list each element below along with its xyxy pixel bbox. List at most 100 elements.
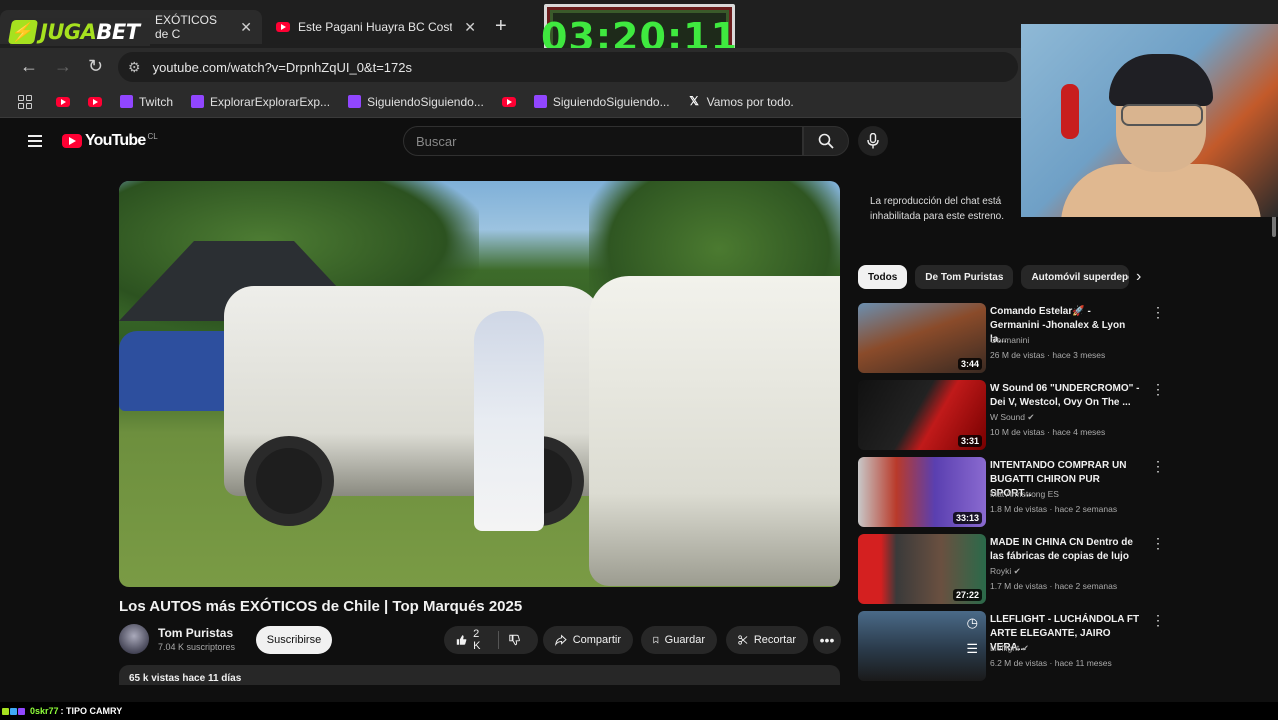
search-input[interactable]: Buscar [403, 126, 803, 156]
chevron-right-icon[interactable]: › [1136, 268, 1141, 286]
menu-icon[interactable] [28, 135, 42, 147]
youtube-icon [56, 96, 70, 107]
video-player[interactable] [119, 181, 840, 587]
channel-avatar[interactable] [119, 624, 149, 654]
search-placeholder: Buscar [416, 133, 457, 149]
url-text: youtube.com/watch?v=DrpnhZqUI_0&t=172s [152, 59, 412, 75]
logo-text: YouTube [85, 132, 146, 149]
more-actions-icon[interactable]: ••• [813, 626, 841, 654]
recommendation-item[interactable]: 3:31 W Sound 06 "UNDERCROMO" - Dei V, We… [858, 380, 1165, 452]
microphone-icon [867, 133, 879, 149]
bookmark-explorar[interactable]: ExplorarExplorarExp... [191, 95, 330, 109]
channel-name[interactable]: Tom Puristas [158, 626, 233, 640]
share-button[interactable]: Compartir [543, 626, 633, 654]
voice-search-button[interactable] [858, 126, 888, 156]
twitch-icon [191, 95, 205, 108]
youtube-icon [88, 96, 102, 107]
more-vert-icon[interactable]: ⋮ [1151, 459, 1165, 473]
rec-channel-name: W Sound [990, 412, 1025, 422]
share-label: Compartir [572, 634, 621, 646]
rec-channel[interactable]: Royki ✔ [990, 566, 1021, 577]
chat-message: : TIPO CAMRY [60, 706, 123, 716]
chip-topic[interactable]: Automóvil superdeportivo [1021, 265, 1130, 289]
recommendation-item[interactable]: 3:44 Comando Estelar🚀 - Germanini -Jhona… [858, 303, 1165, 375]
verified-icon: ✔ [1027, 412, 1035, 422]
duration-badge: 3:44 [957, 358, 982, 370]
bookmark-youtube-3[interactable] [501, 96, 516, 107]
rec-channel[interactable]: Mat Armstrong ES [990, 489, 1059, 499]
apps-grid-icon[interactable] [18, 94, 32, 109]
bookmark-twitch[interactable]: Twitch [120, 95, 173, 109]
site-settings-icon[interactable]: ⚙ [128, 59, 141, 76]
logo-left: JUGA [40, 20, 97, 44]
rec-channel[interactable]: W Sound ✔ [990, 412, 1034, 423]
tab-label: Este Pagani Huayra BC Costo 3 [297, 20, 453, 34]
more-vert-icon[interactable]: ⋮ [1151, 382, 1165, 396]
search-icon [818, 133, 834, 149]
more-vert-icon[interactable]: ⋮ [1151, 305, 1165, 319]
reload-icon[interactable]: ↻ [88, 56, 103, 77]
bookmark-youtube-1[interactable] [56, 96, 70, 107]
video-thumbnail[interactable]: 3:31 [858, 380, 986, 450]
video-thumbnail[interactable]: ◷ ☰ [858, 611, 986, 681]
rec-title: W Sound 06 "UNDERCROMO" - Dei V, Westcol… [990, 383, 1140, 408]
jugabet-logo: ⚡ JUGABET [7, 18, 150, 46]
like-count[interactable]: 2 K [473, 628, 486, 652]
bookmark-label: ExplorarExplorarExp... [210, 94, 331, 109]
thumbs-up-icon[interactable] [456, 633, 467, 647]
subscribe-button[interactable]: Suscribirse [256, 626, 332, 654]
rec-title: MADE IN CHINA CN Dentro de las fábricas … [990, 537, 1133, 562]
bookmark-icon [653, 636, 659, 644]
verified-icon: ✔ [1013, 566, 1021, 576]
video-thumbnail[interactable]: 27:22 [858, 534, 986, 604]
save-button[interactable]: Guardar [641, 626, 717, 654]
bookmark-siguiendo-2[interactable]: SiguiendoSiguiendo... [533, 95, 670, 109]
video-thumbnail[interactable]: 33:13 [858, 457, 986, 527]
like-dislike-group: 2 K [444, 626, 538, 654]
more-vert-icon[interactable]: ⋮ [1151, 536, 1165, 550]
playlist-icon: ☰ [966, 641, 978, 656]
search-button[interactable] [803, 126, 849, 156]
video-title: Los AUTOS más EXÓTICOS de Chile | Top Ma… [119, 598, 523, 615]
bookmark-x[interactable]: 𝕏 Vamos por todo. [688, 95, 794, 109]
chat-disabled-note: La reproducción del chat está inhabilita… [870, 196, 1004, 222]
thumbs-down-icon[interactable] [509, 633, 520, 647]
rec-meta: 26 M de vistas · hace 3 meses [990, 350, 1106, 360]
video-description-box[interactable]: 65 k vistas hace 11 días [119, 665, 840, 685]
recommendation-item[interactable]: 27:22 MADE IN CHINA CN Dentro de las fáb… [858, 534, 1165, 606]
recommendation-item[interactable]: 33:13 INTENTANDO COMPRAR UN BUGATTI CHIR… [858, 457, 1165, 529]
video-frame-person [474, 311, 544, 531]
chat-ticker: 0skr77 : TIPO CAMRY [0, 702, 1278, 720]
rec-channel[interactable]: Germanini [990, 335, 1029, 345]
recommendation-item[interactable]: ◷ ☰ LLEFLIGHT - LUCHÁNDOLA FT ARTE ELEGA… [858, 611, 1165, 683]
scrollbar-thumb[interactable] [1272, 215, 1276, 237]
chip-channel[interactable]: De Tom Puristas [915, 265, 1014, 289]
bookmark-label: Vamos por todo. [706, 94, 794, 109]
twitch-icon [533, 95, 547, 108]
close-tab-icon[interactable]: ✕ [240, 19, 252, 36]
rec-channel[interactable]: Lleflight ✔ [990, 643, 1029, 654]
youtube-logo[interactable]: YouTube CL [62, 132, 158, 150]
bookmark-label: Twitch [139, 94, 174, 109]
logo-right: BET [96, 20, 140, 44]
forward-arrow-icon[interactable]: → [54, 56, 72, 77]
youtube-icon [501, 96, 516, 107]
video-frame-white-suv-2 [589, 276, 840, 586]
new-tab-button[interactable]: + [495, 15, 507, 38]
tab-label: EXÓTICOS de C [155, 13, 218, 41]
address-bar[interactable]: ⚙ youtube.com/watch?v=DrpnhZqUI_0&t=172s [118, 52, 1018, 82]
back-arrow-icon[interactable]: ← [20, 56, 38, 77]
tab-pagani[interactable]: Este Pagani Huayra BC Costo 3 ✕ [266, 10, 486, 44]
more-vert-icon[interactable]: ⋮ [1151, 613, 1165, 627]
save-label: Guardar [664, 634, 705, 646]
bookmark-siguiendo-1[interactable]: SiguiendoSiguiendo... [348, 95, 484, 109]
video-frame-white-suv [224, 286, 604, 526]
rec-channel-name: Lleflight [990, 643, 1020, 653]
clip-label: Recortar [753, 634, 796, 646]
bookmark-youtube-2[interactable] [88, 96, 102, 107]
rec-meta: 6.2 M de vistas · hace 11 meses [990, 658, 1112, 668]
close-tab-icon[interactable]: ✕ [464, 19, 476, 36]
chip-all[interactable]: Todos [858, 265, 908, 289]
clip-button[interactable]: Recortar [726, 626, 808, 654]
video-thumbnail[interactable]: 3:44 [858, 303, 986, 373]
